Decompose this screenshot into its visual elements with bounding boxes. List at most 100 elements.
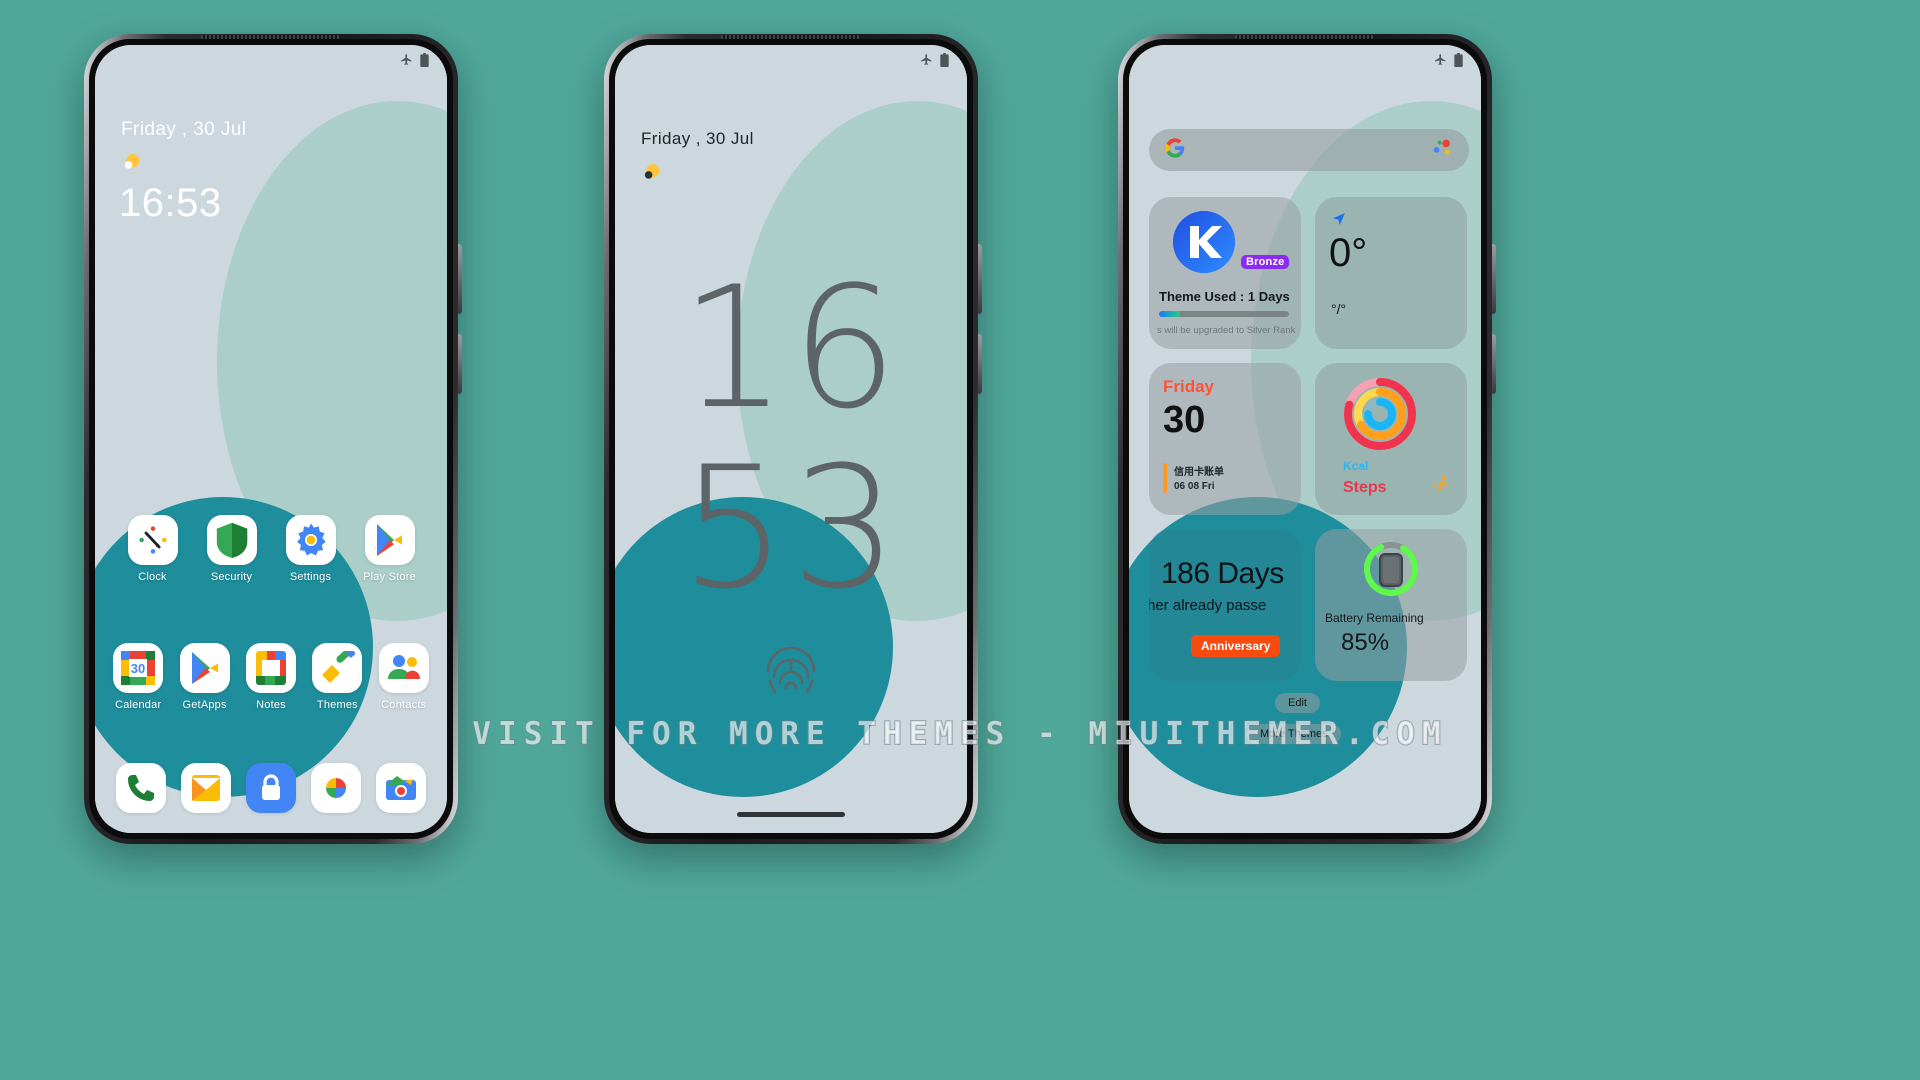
theme-progress-fill xyxy=(1159,311,1180,317)
app-notes[interactable]: Notes xyxy=(238,643,304,711)
app-label: Contacts xyxy=(381,699,427,711)
app-label: GetApps xyxy=(182,699,227,711)
calendar-event[interactable]: 信用卡账单 06 08 Fri xyxy=(1163,463,1224,493)
location-arrow-icon xyxy=(1331,211,1347,232)
earpiece-speaker-2 xyxy=(721,35,861,39)
clock-app-icon xyxy=(127,515,178,565)
fingerprint-icon[interactable] xyxy=(758,637,824,708)
anniversary-pill: Anniversary xyxy=(1191,635,1281,657)
battery-icon xyxy=(940,52,949,72)
phone3-screen: Bronze Theme Used : 1 Days s will be upg… xyxy=(1129,45,1481,833)
phone-outline-icon xyxy=(1379,553,1403,592)
app-getapps[interactable]: GetApps xyxy=(171,643,237,711)
status-bar-2 xyxy=(615,45,967,79)
google-assistant-icon[interactable] xyxy=(1431,137,1453,164)
app-label: Notes xyxy=(256,699,286,711)
weather-widget[interactable]: 0° °/° xyxy=(1315,197,1467,349)
google-search-bar[interactable] xyxy=(1149,129,1469,171)
battery-label: Battery Remaining xyxy=(1325,611,1424,625)
camera-icon[interactable] xyxy=(375,763,426,813)
anniversary-days: 186 Days xyxy=(1161,557,1284,590)
app-calendar[interactable]: 30 Calendar xyxy=(105,643,171,711)
app-security[interactable]: Security xyxy=(192,515,271,583)
app-settings[interactable]: Settings xyxy=(271,515,350,583)
app-play-store[interactable]: Play Store xyxy=(350,515,429,583)
steps-label: Steps xyxy=(1343,479,1387,496)
theme-used-title: Theme Used : 1 Days xyxy=(1159,289,1290,304)
app-label: Themes xyxy=(316,699,358,711)
volume-button-1[interactable] xyxy=(458,244,462,314)
anniversary-subtitle: her already passe xyxy=(1149,597,1267,614)
app-label: Play Store xyxy=(363,571,416,583)
earpiece-speaker-3 xyxy=(1235,35,1375,39)
phone-dialer-icon[interactable] xyxy=(116,763,167,813)
more-themes-button[interactable]: More Themes xyxy=(1247,724,1341,744)
sun-cloud-icon xyxy=(641,161,663,188)
google-photos-icon[interactable] xyxy=(310,763,361,813)
anniversary-widget[interactable]: 186 Days her already passe Anniversary xyxy=(1149,529,1301,681)
app-clock[interactable]: Clock xyxy=(113,515,192,583)
power-button-1[interactable] xyxy=(458,334,462,394)
steps-widget[interactable]: Kcal Steps xyxy=(1315,363,1467,515)
battery-icon xyxy=(1454,52,1463,72)
kika-k-icon xyxy=(1173,211,1235,273)
airplane-icon xyxy=(400,53,413,71)
volume-button-3[interactable] xyxy=(1492,244,1496,314)
theme-progress-track xyxy=(1159,311,1289,317)
phone-device-1: Friday , 30 Jul 16:53 Clock Security Set… xyxy=(84,34,462,844)
calendar-day: 30 xyxy=(1163,399,1206,441)
activity-rings-icon xyxy=(1341,375,1419,458)
lockscreen-date-2: Friday , 30 Jul xyxy=(641,129,754,148)
sun-cloud-icon xyxy=(121,151,143,178)
themes-brush-icon xyxy=(312,643,363,693)
app-label: Clock xyxy=(138,571,167,583)
edit-button[interactable]: Edit xyxy=(1275,693,1320,713)
google-g-icon xyxy=(1165,137,1185,163)
kcal-label: Kcal xyxy=(1343,459,1369,473)
volume-button-2[interactable] xyxy=(978,244,982,314)
app-grid-row-2: 30 Calendar GetApps Notes Themes Contact… xyxy=(95,643,447,711)
play-store-icon xyxy=(364,515,415,565)
app-grid-row-1: Clock Security Settings Play Store xyxy=(95,515,447,583)
messages-icon[interactable] xyxy=(181,763,232,813)
lockscreen-hours: 16 xyxy=(680,250,902,446)
theme-usage-widget[interactable]: Bronze Theme Used : 1 Days s will be upg… xyxy=(1149,197,1301,349)
gesture-navigation-bar[interactable] xyxy=(737,812,845,817)
airplane-icon xyxy=(1434,53,1447,71)
airplane-icon xyxy=(920,53,933,71)
status-bar-1 xyxy=(95,45,447,79)
calendar-day-number: 30 xyxy=(131,661,145,676)
app-label: Calendar xyxy=(115,699,162,711)
getapps-icon xyxy=(179,643,230,693)
app-label: Settings xyxy=(289,571,332,583)
runner-icon xyxy=(1431,474,1453,501)
earpiece-speaker-1 xyxy=(201,35,341,39)
battery-percent: 85% xyxy=(1341,629,1390,656)
settings-gear-icon xyxy=(285,515,336,565)
notes-app-icon xyxy=(245,643,296,693)
phone2-screen: Friday , 30 Jul 16 53 xyxy=(615,45,967,833)
dock-1 xyxy=(95,763,447,813)
lock-icon[interactable] xyxy=(245,763,296,813)
battery-widget[interactable]: Battery Remaining 85% xyxy=(1315,529,1467,681)
power-button-2[interactable] xyxy=(978,334,982,394)
calendar-weekday: Friday xyxy=(1163,377,1215,396)
theme-upgrade-note: s will be upgraded to Silver Rank xyxy=(1157,325,1296,336)
lockscreen-time-1: 16:53 xyxy=(119,181,222,225)
phone1-screen: Friday , 30 Jul 16:53 Clock Security Set… xyxy=(95,45,447,833)
event-title: 信用卡账单 xyxy=(1174,467,1224,478)
phone-device-2: Friday , 30 Jul 16 53 xyxy=(604,34,982,844)
calendar-widget[interactable]: Friday 30 信用卡账单 06 08 Fri xyxy=(1149,363,1301,515)
status-bar-3 xyxy=(1129,45,1481,79)
event-color-bar xyxy=(1163,463,1167,493)
weather-temperature: 0° xyxy=(1329,231,1368,275)
power-button-3[interactable] xyxy=(1492,334,1496,394)
app-contacts[interactable]: Contacts xyxy=(371,643,437,711)
contacts-app-icon xyxy=(378,643,429,693)
app-label: Security xyxy=(210,571,253,583)
weather-range: °/° xyxy=(1331,301,1347,317)
calendar-app-icon: 30 xyxy=(113,643,164,693)
security-shield-icon xyxy=(206,515,257,565)
app-themes[interactable]: Themes xyxy=(304,643,370,711)
lockscreen-date-1: Friday , 30 Jul xyxy=(121,119,247,140)
